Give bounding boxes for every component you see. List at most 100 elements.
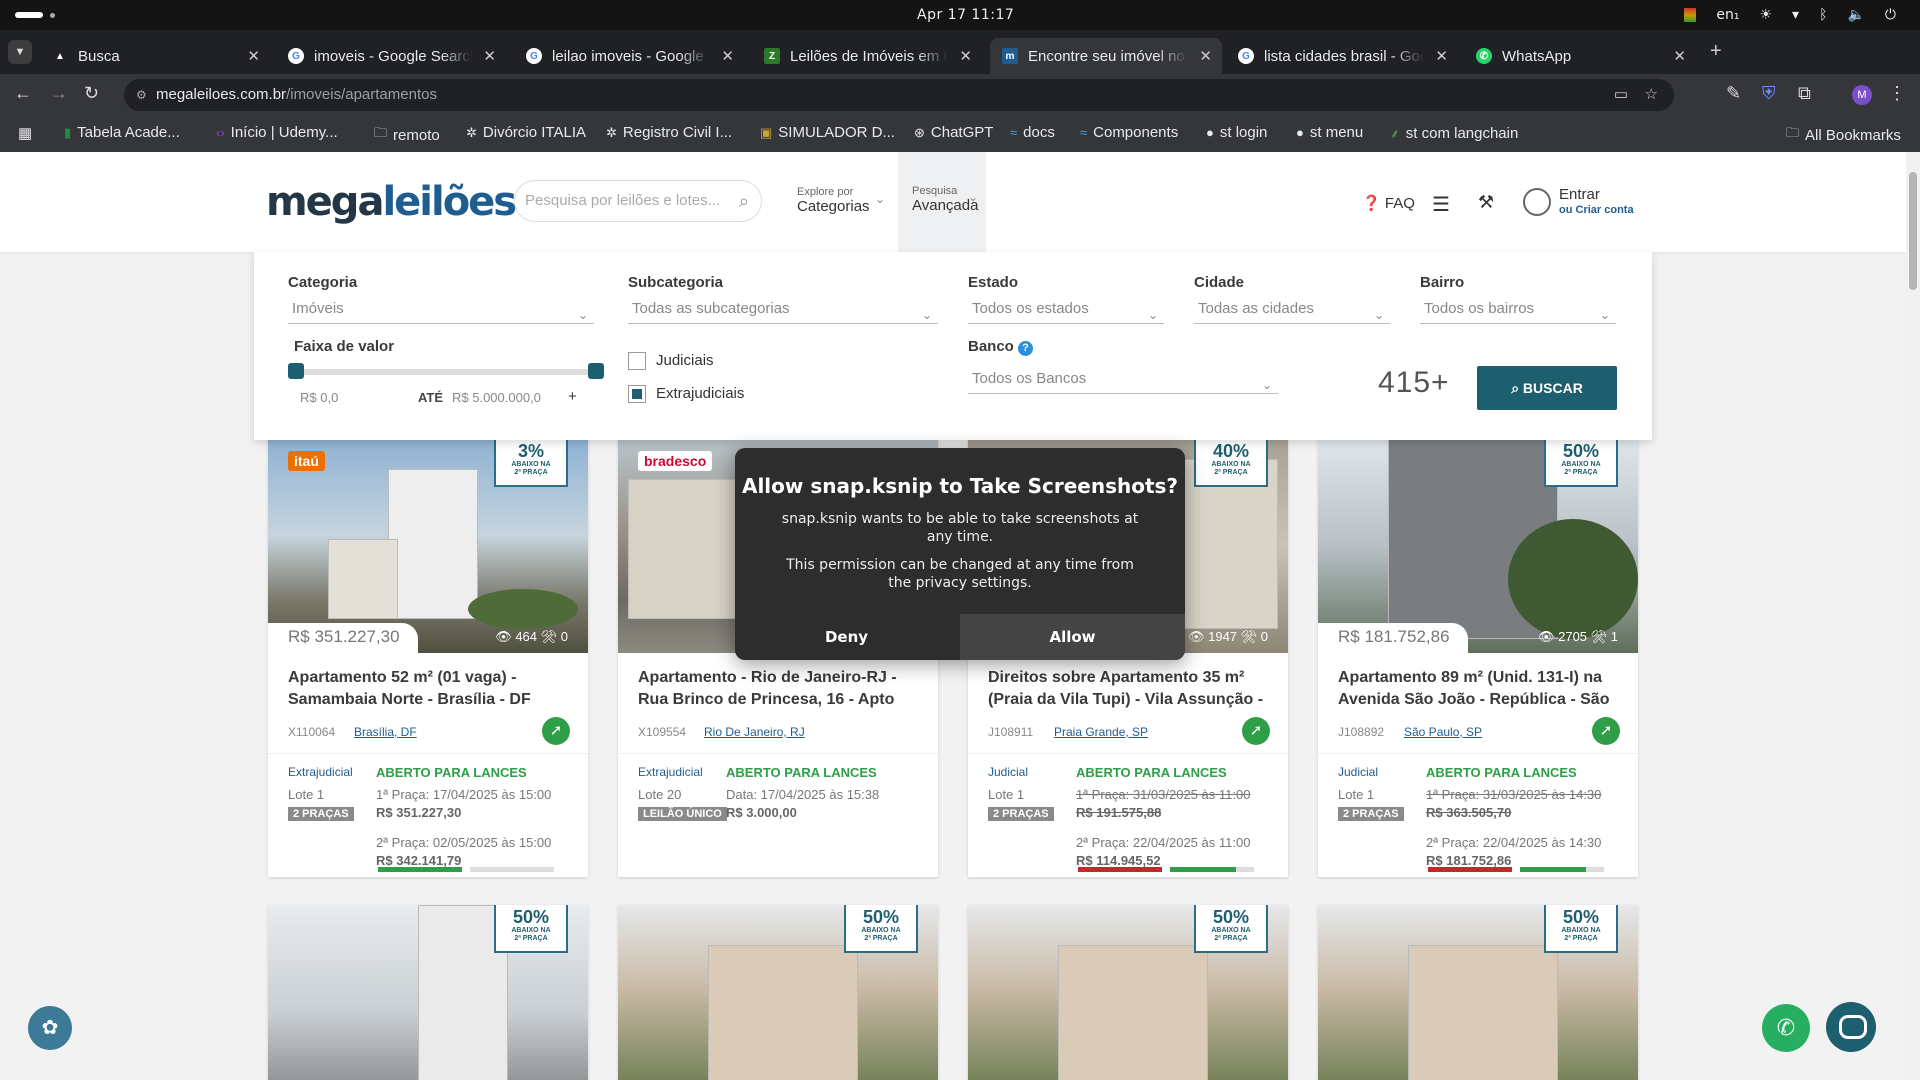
shield-extension-icon[interactable]: ⛨ [1762,83,1776,104]
allow-button[interactable]: Allow [960,614,1185,660]
search-icon[interactable]: ⌕ [739,181,749,221]
wifi-icon[interactable]: ▾ [1792,7,1799,23]
bookmark-item[interactable]: ⊛ ChatGPT [914,124,993,141]
apps-icon[interactable]: ▦ [18,124,32,142]
power-icon[interactable]: ⏻ [1885,7,1896,23]
clock[interactable]: Apr 17 11:17 [917,7,1014,23]
bookmark-item[interactable]: ≈ Components [1080,124,1178,141]
volume-icon[interactable]: 🔈 [1847,7,1864,23]
tab-whatsapp[interactable]: ✆ WhatsApp ✕ [1464,38,1696,74]
lot-card[interactable]: 50% ABAIXO NA 2ª PRAÇA [968,905,1288,1080]
close-icon[interactable]: ✕ [1199,47,1212,65]
whatsapp-chat-icon[interactable]: ✆ [1762,1004,1810,1052]
close-icon[interactable]: ✕ [959,47,972,65]
close-icon[interactable]: ✕ [1435,47,1448,65]
signup-label[interactable]: ou Criar conta [1559,204,1634,216]
brightness-icon[interactable]: ☀ [1759,7,1772,23]
lot-card[interactable]: 50% ABAIXO NA 2ª PRAÇA [268,905,588,1080]
tab-google-cidades[interactable]: Glista cidades brasil - Goog ✕ [1226,38,1458,74]
bookmark-item[interactable]: ● st menu [1296,124,1363,141]
reload-icon[interactable]: ↻ [84,83,99,104]
judiciais-checkbox[interactable] [628,352,646,370]
menu-icon[interactable]: ⋮ [1888,83,1906,104]
bookmark-folder[interactable]: 🗀 remoto [374,124,440,146]
tab-megaleiloes[interactable]: m Encontre seu imóvel nos ✕ [990,38,1222,74]
bookmark-star-icon[interactable]: ☆ [1645,79,1658,111]
chat-bubble-icon[interactable] [1826,1002,1876,1052]
gavel-icon[interactable]: ⚒ [1478,192,1494,213]
lot-card[interactable]: 50% ABAIXO NA 2ª PRAÇA [618,905,938,1080]
bookmark-item[interactable]: ✲ Registro Civil I... [606,124,732,141]
tab-busca[interactable]: ▲ Busca ✕ [40,38,270,74]
deny-button[interactable]: Deny [735,614,958,660]
install-icon[interactable]: ▭ [1614,79,1628,111]
estado-select[interactable]: Todos os estados ⌄ [968,296,1164,324]
faq-link[interactable]: ❓ FAQ [1362,194,1415,212]
card-title[interactable]: Apartamento - Rio de Janeiro-RJ - Rua Br… [638,667,923,711]
help-icon[interactable]: ? [1018,341,1034,356]
language-indicator[interactable]: en₁ [1716,7,1739,23]
page-scrollbar[interactable] [1906,152,1920,1080]
profile-avatar[interactable]: M [1852,85,1872,105]
extrajudiciais-label[interactable]: Extrajudiciais [656,385,744,402]
lot-location[interactable]: São Paulo, SP [1404,725,1482,739]
categoria-select[interactable]: Imóveis ⌄ [288,296,594,324]
app-indicator-icon[interactable] [1684,8,1697,22]
bookmark-item[interactable]: ≈ docs [1010,124,1055,141]
bookmark-item[interactable]: ‹› Início | Udemy... [216,124,338,141]
card-title[interactable]: Apartamento 52 m² (01 vaga) - Samambaia … [288,667,573,711]
bookmark-item[interactable]: ✲ Divórcio ITALIA [466,124,586,141]
bookmark-item[interactable]: ▣ SIMULADOR D... [760,124,895,141]
close-icon[interactable]: ✕ [721,47,734,65]
close-icon[interactable]: ✕ [1673,47,1686,65]
arrow-right-icon[interactable]: ➚ [1242,717,1270,745]
back-icon[interactable]: ← [14,83,32,104]
arrow-right-icon[interactable]: ➚ [542,717,570,745]
lot-card[interactable]: 50% ABAIXO NA 2ª PRAÇA [1318,905,1638,1080]
address-bar[interactable]: ⚙ megaleiloes.com.br/imoveis/apartamento… [124,79,1674,111]
system-tray[interactable]: en₁ ☀ ▾ ᛒ 🔈 ⏻ [1684,7,1896,23]
bookmark-item[interactable]: ● st login [1206,124,1267,141]
bluetooth-icon[interactable]: ᛒ [1819,7,1827,23]
tab-search-button[interactable]: ▼ [8,40,32,64]
price-range-slider[interactable] [288,363,604,379]
extensions-icon[interactable]: ⧉ [1798,83,1811,104]
hamburger-icon[interactable]: ☰ [1432,192,1450,217]
cidade-select[interactable]: Todas as cidades ⌄ [1194,296,1390,324]
lot-location[interactable]: Brasília, DF [354,725,417,739]
bookmark-item[interactable]: ⸙ st com langchain [1390,124,1518,142]
banco-select[interactable]: Todos os Bancos ⌄ [968,366,1278,394]
card-title[interactable]: Apartamento 89 m² (Unid. 131-I) na Aveni… [1338,667,1623,711]
extrajudiciais-checkbox[interactable] [628,385,646,403]
scrollbar-thumb[interactable] [1909,172,1917,290]
bairro-select[interactable]: Todos os bairros ⌄ [1420,296,1616,324]
new-tab-button[interactable]: + [1710,40,1722,63]
pen-extension-icon[interactable]: ✎ [1726,83,1741,104]
arrow-right-icon[interactable]: ➚ [1592,717,1620,745]
explore-categories[interactable]: Explore por Categorias ⌄ [797,186,885,215]
lot-location[interactable]: Praia Grande, SP [1054,725,1148,739]
site-logo[interactable]: megaleilões [266,179,517,225]
buscar-button[interactable]: ⌕ BUSCAR [1477,366,1617,410]
range-max-handle[interactable] [588,363,604,379]
lot-location[interactable]: Rio De Janeiro, RJ [704,725,805,739]
close-icon[interactable]: ✕ [247,47,260,65]
search-input[interactable]: Pesquisa por leilões e lotes... ⌕ [514,180,762,222]
advanced-search[interactable]: Pesquisa Avançada ⌄ [898,152,986,252]
range-min-handle[interactable] [288,363,304,379]
bookmark-item[interactable]: ▮ Tabela Acade... [64,124,180,141]
card-title[interactable]: Direitos sobre Apartamento 35 m² (Praia … [988,667,1273,711]
range-plus[interactable]: + [568,388,577,405]
subcategoria-select[interactable]: Todas as subcategorias ⌄ [628,296,938,324]
all-bookmarks[interactable]: 🗀 All Bookmarks [1786,124,1901,146]
tab-google-leilao[interactable]: Gleilao imoveis - Google Se ✕ [514,38,744,74]
close-icon[interactable]: ✕ [483,47,496,65]
lot-card[interactable]: itaú 3% ABAIXO NA 2ª PRAÇA R$ 351.227,30 👁… [268,439,588,877]
activities-indicator[interactable] [15,12,43,18]
site-info-icon[interactable]: ⚙ [136,79,147,111]
tab-leiloes-rj[interactable]: Z Leilões de Imóveis em RJ ✕ [752,38,982,74]
judiciais-label[interactable]: Judiciais [656,352,714,369]
lot-card[interactable]: 50% ABAIXO NA 2ª PRAÇA R$ 181.752,86 👁 270… [1318,439,1638,877]
tab-google-imoveis[interactable]: Gimoveis - Google Search ✕ [276,38,506,74]
cookie-settings-icon[interactable]: ✿ [28,1006,72,1050]
